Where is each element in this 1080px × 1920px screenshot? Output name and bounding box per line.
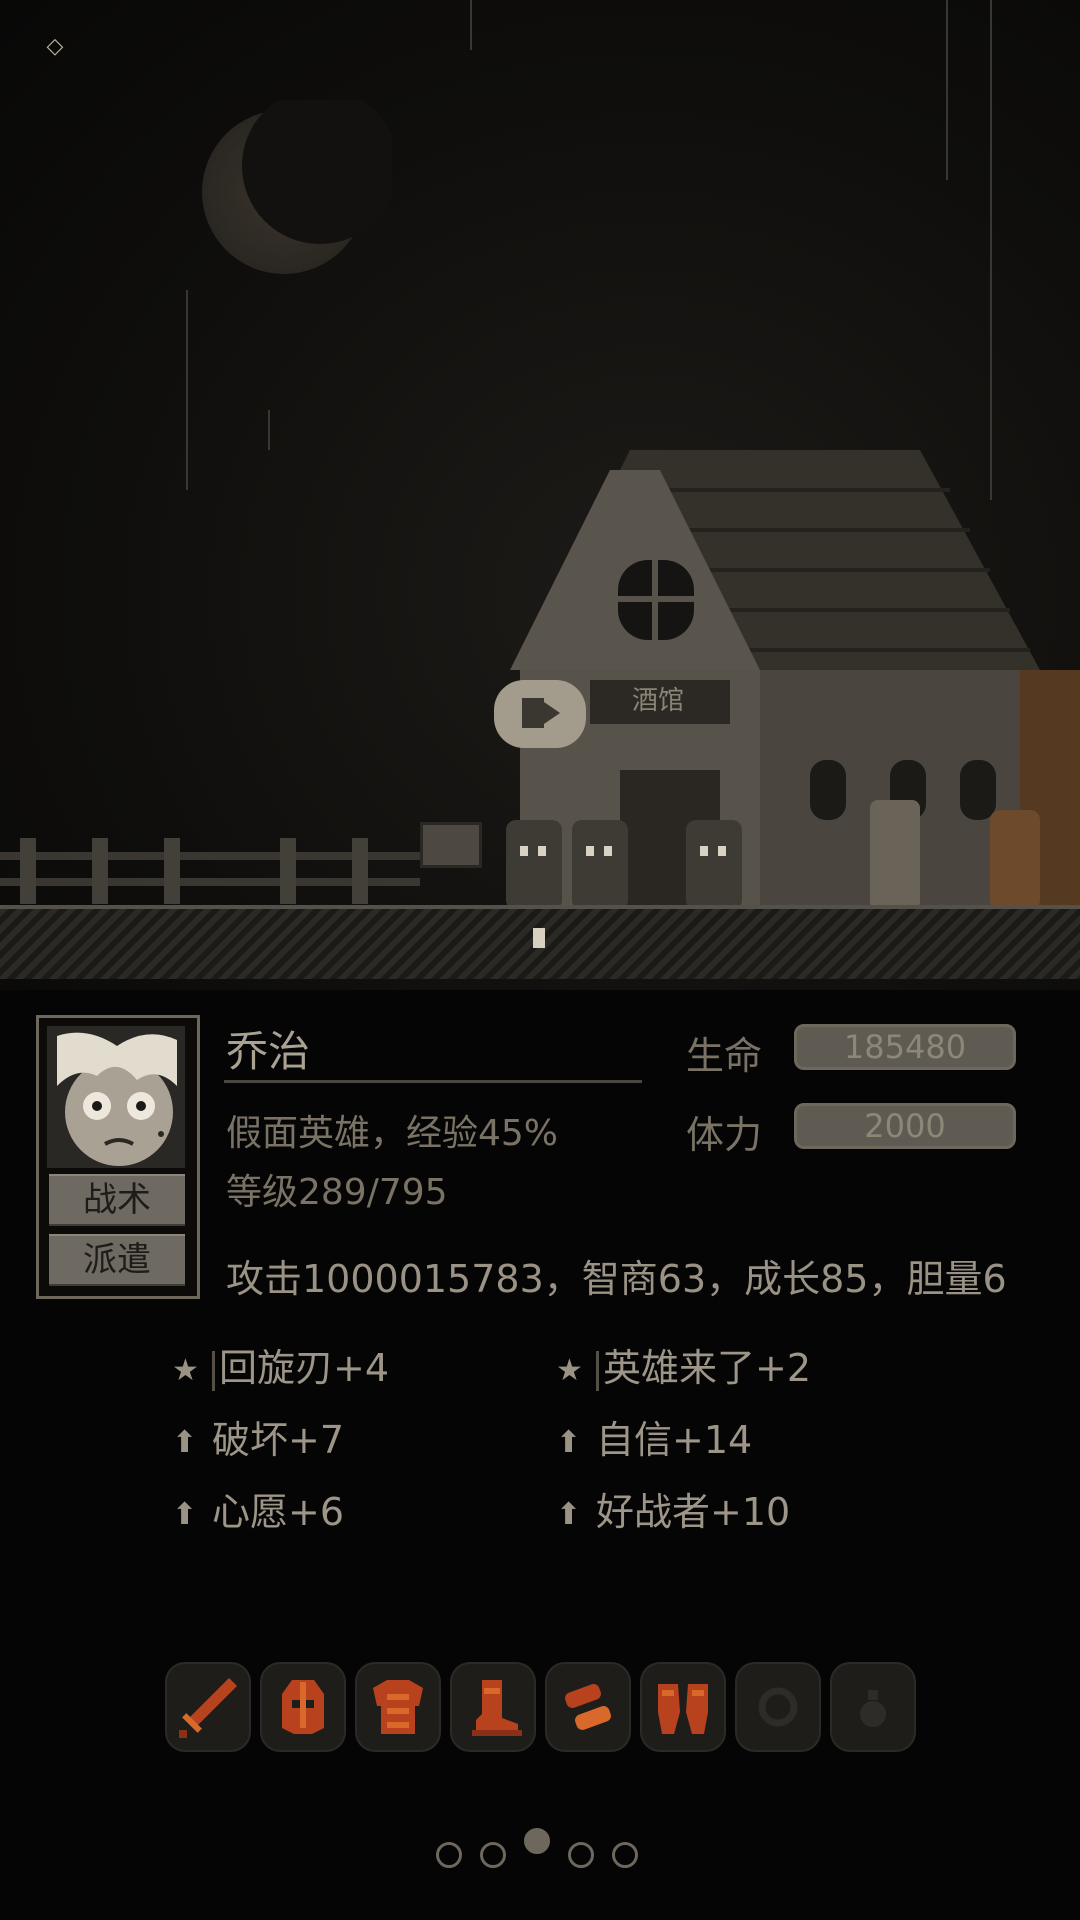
mailbox[interactable] xyxy=(420,822,482,868)
star-icon: ★ xyxy=(556,1353,583,1388)
character-level: 等级289/795 xyxy=(226,1172,448,1213)
moon xyxy=(202,100,392,274)
skill-item[interactable]: ⬆ 破坏+7 xyxy=(172,1409,344,1464)
arrow-up-icon: ⬆ xyxy=(556,1497,582,1532)
arrow-up-icon: ⬆ xyxy=(556,1425,582,1460)
skill-item[interactable]: ★ 英雄来了+2 xyxy=(556,1337,811,1392)
ring-slot-icon xyxy=(758,1687,798,1727)
sword-icon xyxy=(179,1678,237,1738)
skill-item[interactable]: ⬆ 好战者+10 xyxy=(556,1481,790,1536)
rain-streak xyxy=(946,0,948,180)
wooden-fence xyxy=(0,838,420,904)
cursor-marker xyxy=(533,928,545,948)
arrow-up-icon: ⬆ xyxy=(172,1497,198,1532)
character-portrait[interactable] xyxy=(47,1026,185,1168)
skill-separator xyxy=(212,1350,215,1391)
arrow-up-icon: ⬆ xyxy=(172,1425,198,1460)
game-scene: ◇ 酒馆 xyxy=(0,0,1080,990)
skill-item[interactable]: ⬆ 自信+14 xyxy=(556,1409,752,1464)
skill-separator xyxy=(596,1350,599,1391)
page-dot[interactable] xyxy=(568,1842,594,1868)
skill-item[interactable]: ★ 回旋刃+4 xyxy=(172,1337,389,1392)
door-exit-icon xyxy=(522,698,560,728)
helmet-icon xyxy=(282,1680,324,1734)
rain-streak xyxy=(470,0,472,50)
potion-slot-icon xyxy=(860,1690,886,1727)
equip-slot-boots[interactable] xyxy=(450,1662,536,1752)
boots-icon xyxy=(472,1680,522,1736)
skill-label: 自信+14 xyxy=(596,1418,753,1462)
rain-streak xyxy=(186,290,188,490)
armor-icon xyxy=(373,1680,423,1734)
rain-streak xyxy=(268,410,270,450)
skill-label: 好战者+10 xyxy=(596,1490,791,1534)
name-divider xyxy=(224,1080,642,1083)
skill-label: 破坏+7 xyxy=(212,1418,345,1462)
skill-item[interactable]: ⬆ 心愿+6 xyxy=(172,1481,344,1536)
equipment-bar xyxy=(165,1662,925,1752)
equip-slot-bracers[interactable] xyxy=(545,1662,631,1752)
tactics-button[interactable]: 战术 xyxy=(49,1174,185,1226)
hero-party[interactable] xyxy=(500,800,1060,910)
equip-slot-armor[interactable] xyxy=(355,1662,441,1752)
attribute-line: 攻击1000015783，智商63，成长85，胆量6 xyxy=(226,1257,1007,1301)
stamina-label: 体力 xyxy=(686,1113,763,1157)
page-indicator xyxy=(436,1828,656,1876)
hp-label: 生命 xyxy=(686,1034,763,1078)
door-enter-bubble[interactable] xyxy=(494,680,586,748)
stamina-bar: 2000 xyxy=(794,1103,1016,1149)
character-name: 乔治 xyxy=(226,1027,311,1076)
skill-label: 回旋刃+4 xyxy=(219,1346,390,1390)
portrait-frame: 战术 派遣 xyxy=(36,1015,200,1299)
skill-label: 英雄来了+2 xyxy=(603,1346,812,1390)
page-dot[interactable] xyxy=(436,1842,462,1868)
equip-slot-ring[interactable] xyxy=(735,1662,821,1752)
diamond-menu-icon[interactable]: ◇ xyxy=(44,36,66,58)
bracers-icon xyxy=(565,1684,611,1730)
class-experience: 假面英雄，经验45% xyxy=(226,1113,559,1154)
rain-streak xyxy=(990,0,992,500)
dispatch-button[interactable]: 派遣 xyxy=(49,1234,185,1286)
page-dot[interactable] xyxy=(612,1842,638,1868)
hp-bar: 185480 xyxy=(794,1024,1016,1070)
gauntlets-icon xyxy=(658,1684,708,1734)
equip-slot-gauntlets[interactable] xyxy=(640,1662,726,1752)
page-dot-active[interactable] xyxy=(524,1828,550,1854)
equip-slot-weapon[interactable] xyxy=(165,1662,251,1752)
page-dot[interactable] xyxy=(480,1842,506,1868)
skill-label: 心愿+6 xyxy=(212,1490,345,1534)
tavern-sign: 酒馆 xyxy=(631,686,684,716)
equip-slot-potion[interactable] xyxy=(830,1662,916,1752)
equip-slot-helmet[interactable] xyxy=(260,1662,346,1752)
star-icon: ★ xyxy=(172,1353,199,1388)
